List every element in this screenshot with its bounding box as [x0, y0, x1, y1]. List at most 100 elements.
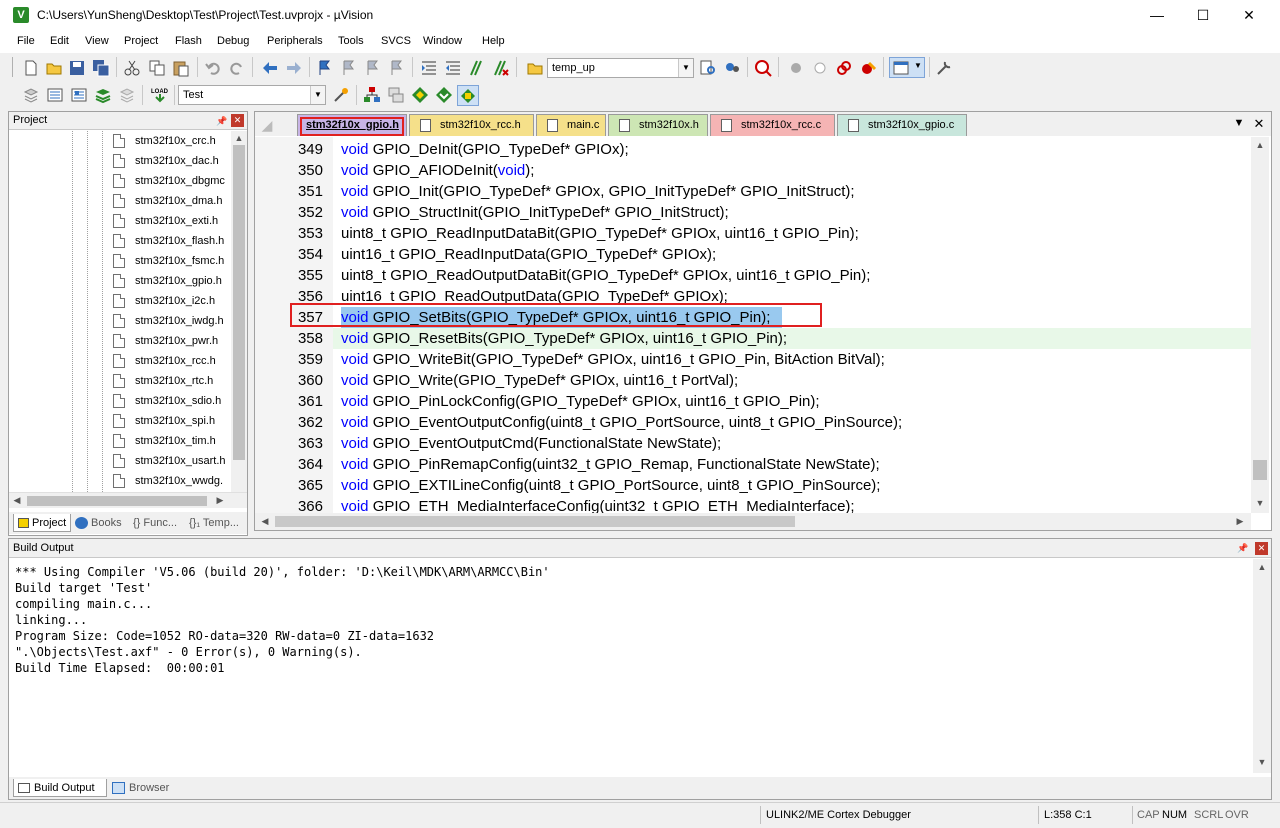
- insert-breakpoint-icon[interactable]: [787, 59, 805, 77]
- menu-project[interactable]: Project: [124, 35, 158, 47]
- code-line[interactable]: void GPIO_AFIODeInit(void);: [341, 160, 534, 181]
- code-line[interactable]: uint16_t GPIO_ReadInputData(GPIO_TypeDef…: [341, 244, 716, 265]
- code-line[interactable]: void GPIO_Init(GPIO_TypeDef* GPIOx, GPIO…: [341, 181, 855, 202]
- menu-flash[interactable]: Flash: [175, 35, 202, 47]
- code-line[interactable]: uint8_t GPIO_ReadOutputDataBit(GPIO_Type…: [341, 265, 870, 286]
- window-layout-button[interactable]: ▼: [889, 57, 925, 78]
- menu-view[interactable]: View: [85, 35, 109, 47]
- menu-edit[interactable]: Edit: [50, 35, 69, 47]
- code-line[interactable]: void GPIO_DeInit(GPIO_TypeDef* GPIOx);: [341, 139, 629, 160]
- maximize-button[interactable]: ☐: [1180, 0, 1226, 31]
- code-line[interactable]: void GPIO_EXTILineConfig(uint8_t GPIO_Po…: [341, 475, 880, 496]
- scroll-down-icon[interactable]: ▼: [1254, 498, 1266, 508]
- undo-icon[interactable]: [204, 59, 222, 77]
- editor-vertical-scrollbar[interactable]: ▲ ▼: [1251, 137, 1269, 513]
- menu-file[interactable]: File: [17, 35, 35, 47]
- close-tab-icon[interactable]: ✕: [1253, 116, 1265, 132]
- tab-project[interactable]: Project: [13, 514, 71, 532]
- scroll-thumb[interactable]: [27, 496, 207, 506]
- menu-debug[interactable]: Debug: [217, 35, 249, 47]
- tab-browser[interactable]: Browser: [109, 779, 179, 797]
- select-packs-icon[interactable]: [411, 86, 429, 104]
- chevron-down-icon[interactable]: ▼: [678, 59, 693, 77]
- redo-icon[interactable]: [228, 59, 246, 77]
- find-in-files-icon[interactable]: [526, 59, 544, 77]
- scroll-right-icon[interactable]: ▶: [1235, 516, 1245, 527]
- pack-installer-icon[interactable]: [435, 86, 453, 104]
- close-button[interactable]: ✕: [1226, 0, 1272, 31]
- tab-books[interactable]: Books: [73, 514, 129, 532]
- target-options-icon[interactable]: [332, 86, 350, 104]
- minimize-button[interactable]: —: [1134, 0, 1180, 31]
- debug-session-icon[interactable]: [754, 59, 772, 77]
- scroll-up-icon[interactable]: ▲: [1256, 562, 1268, 572]
- close-panel-icon[interactable]: ✕: [231, 114, 244, 127]
- uncomment-icon[interactable]: [492, 59, 510, 77]
- save-icon[interactable]: [68, 59, 86, 77]
- editor-tab[interactable]: stm32f10x_rcc.h: [409, 114, 534, 136]
- file-extensions-icon[interactable]: [387, 86, 405, 104]
- editor-tab[interactable]: stm32f10x_rcc.c: [710, 114, 835, 136]
- scroll-thumb[interactable]: [1253, 460, 1267, 480]
- clear-bookmarks-icon[interactable]: [388, 59, 406, 77]
- chevron-down-icon[interactable]: ▼: [310, 86, 325, 104]
- code-line[interactable]: void GPIO_ResetBits(GPIO_TypeDef* GPIOx,…: [341, 328, 787, 349]
- tab-build-output[interactable]: Build Output: [13, 779, 107, 797]
- rebuild-icon[interactable]: [70, 86, 88, 104]
- menu-svcs[interactable]: SVCS: [381, 35, 411, 47]
- next-bookmark-icon[interactable]: [364, 59, 382, 77]
- scroll-up-icon[interactable]: ▲: [1254, 140, 1266, 150]
- editor-tab[interactable]: stm32f10x.h: [608, 114, 708, 136]
- scroll-right-icon[interactable]: ▶: [215, 495, 225, 506]
- scroll-down-icon[interactable]: ▼: [1256, 757, 1268, 767]
- menu-tools[interactable]: Tools: [338, 35, 364, 47]
- tab-functions[interactable]: {} Func...: [133, 514, 189, 532]
- prev-bookmark-icon[interactable]: [340, 59, 358, 77]
- stop-build-icon[interactable]: [118, 86, 136, 104]
- cut-icon[interactable]: [123, 59, 141, 77]
- open-folder-icon[interactable]: [45, 59, 63, 77]
- tab-templates[interactable]: {}₁ Temp...: [189, 514, 245, 532]
- find-combo[interactable]: temp_up ▼: [547, 58, 694, 78]
- project-horizontal-scrollbar[interactable]: ◀ ▶: [9, 492, 247, 508]
- save-all-icon[interactable]: [92, 59, 110, 77]
- manage-project-items-icon[interactable]: [363, 86, 381, 104]
- comment-icon[interactable]: [468, 59, 486, 77]
- build-icon[interactable]: [46, 86, 64, 104]
- tab-list-dropdown-icon[interactable]: ▼: [1233, 117, 1245, 129]
- code-line[interactable]: void GPIO_PinRemapConfig(uint32_t GPIO_R…: [341, 454, 880, 475]
- code-line[interactable]: void GPIO_ETH_MediaInterfaceConfig(uint3…: [341, 496, 855, 513]
- configure-icon[interactable]: [935, 59, 953, 77]
- batch-build-icon[interactable]: [94, 86, 112, 104]
- pin-icon[interactable]: 📌: [1237, 542, 1249, 554]
- bookmark-icon[interactable]: [316, 59, 334, 77]
- code-line[interactable]: void GPIO_StructInit(GPIO_InitTypeDef* G…: [341, 202, 729, 223]
- close-panel-icon[interactable]: ✕: [1255, 542, 1268, 555]
- scroll-thumb[interactable]: [233, 145, 245, 460]
- unindent-icon[interactable]: [444, 59, 462, 77]
- paste-icon[interactable]: [172, 59, 190, 77]
- build-vertical-scrollbar[interactable]: ▲ ▼: [1253, 559, 1271, 773]
- code-line[interactable]: uint8_t GPIO_ReadInputDataBit(GPIO_TypeD…: [341, 223, 859, 244]
- run-time-environment-button[interactable]: [457, 85, 479, 106]
- translate-icon[interactable]: [22, 86, 40, 104]
- download-load-icon[interactable]: LOAD: [150, 85, 170, 105]
- incremental-find-icon[interactable]: [723, 59, 741, 77]
- kill-breakpoints-icon[interactable]: [859, 59, 877, 77]
- menu-peripherals[interactable]: Peripherals: [267, 35, 323, 47]
- editor-tab[interactable]: stm32f10x_gpio.c: [837, 114, 967, 136]
- copy-icon[interactable]: [148, 59, 166, 77]
- editor-horizontal-scrollbar[interactable]: ◀ ▶: [255, 513, 1251, 530]
- scroll-up-icon[interactable]: ▲: [234, 133, 244, 143]
- disable-breakpoints-icon[interactable]: [835, 59, 853, 77]
- scroll-left-icon[interactable]: ◀: [12, 495, 22, 506]
- code-line[interactable]: void GPIO_EventOutputConfig(uint8_t GPIO…: [341, 412, 902, 433]
- menu-window[interactable]: Window: [423, 35, 462, 47]
- code-line[interactable]: void GPIO_WriteBit(GPIO_TypeDef* GPIOx, …: [341, 349, 885, 370]
- scroll-thumb[interactable]: [275, 516, 795, 527]
- navigate-back-icon[interactable]: [261, 59, 279, 77]
- target-select[interactable]: Test ▼: [178, 85, 326, 105]
- indent-icon[interactable]: [420, 59, 438, 77]
- project-vertical-scrollbar[interactable]: ▲: [231, 131, 247, 496]
- enable-breakpoint-icon[interactable]: [811, 59, 829, 77]
